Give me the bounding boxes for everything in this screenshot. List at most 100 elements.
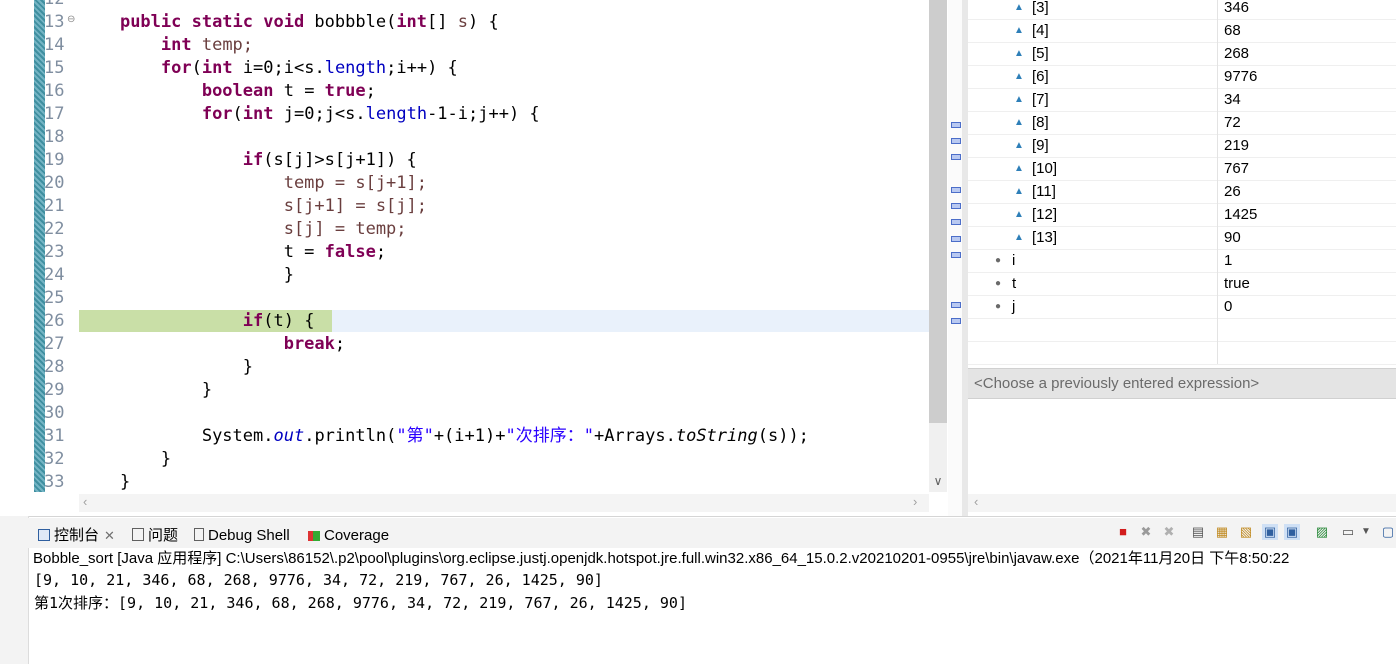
scroll-lock-icon[interactable]: ▦ (1214, 524, 1230, 540)
line-number: 16 (44, 81, 65, 101)
line-number: 27 (44, 334, 65, 354)
local-variable-row[interactable]: ● j 0 (968, 296, 1396, 319)
line-number: 17 (44, 104, 65, 124)
code-line: boolean t = true; (201, 81, 376, 101)
variable-row[interactable]: ▲ [10] 767 (968, 158, 1396, 181)
occurrence-mark[interactable] (951, 187, 961, 193)
debug-shell-icon (194, 528, 204, 541)
line-number: 20 (44, 173, 65, 193)
minimize-icon[interactable]: ▢ (1380, 524, 1396, 540)
line-number: 31 (44, 426, 65, 446)
word-wrap-icon[interactable]: ▧ (1238, 524, 1254, 540)
occurrence-mark[interactable] (951, 318, 961, 324)
code-line: if(s[j]>s[j+1]) { (242, 150, 417, 170)
line-number: 23 (44, 242, 65, 262)
console-output-line: [9, 10, 21, 346, 68, 268, 9776, 34, 72, … (34, 571, 603, 589)
line-number: 18 (44, 127, 65, 147)
code-line: break; (283, 334, 346, 354)
occurrence-mark[interactable] (951, 252, 961, 258)
tab-console[interactable]: 控制台 ✕ (38, 518, 115, 548)
variable-row[interactable]: ▲ [7] 34 (968, 89, 1396, 112)
local-variable-row[interactable]: ● i 1 (968, 250, 1396, 273)
variable-row[interactable]: ▲ [4] 68 (968, 20, 1396, 43)
field-icon: ▲ (1014, 94, 1024, 105)
field-icon: ▲ (1014, 117, 1024, 128)
console-output-line: 第1次排序：[9, 10, 21, 346, 68, 268, 9776, 34… (34, 594, 687, 612)
line-number: 12 (44, 0, 78, 11)
variable-row[interactable]: ▲ [3] 346 (968, 0, 1396, 20)
code-line: for(int i=0;i<s.length;i++) { (160, 58, 458, 78)
code-area[interactable]: public static void bobbble(int[] s) { in… (79, 0, 929, 494)
display-selected-icon[interactable]: ▣ (1284, 524, 1300, 540)
display-console-icon[interactable]: ▭ (1340, 524, 1356, 540)
field-icon: ▲ (1014, 2, 1024, 13)
fold-collapse-icon[interactable]: ⊖ (67, 14, 75, 25)
field-icon: ▲ (1014, 71, 1024, 82)
code-line: public static void bobbble(int[] s) { (119, 12, 499, 32)
remove-launch-icon[interactable]: ✖ (1138, 524, 1154, 540)
line-number: 26 (44, 311, 65, 331)
occurrence-mark[interactable] (951, 154, 961, 160)
scroll-left-icon[interactable]: ‹ (974, 494, 978, 509)
variables-horizontal-scrollbar[interactable]: ‹ (968, 494, 1396, 512)
line-number: 32 (44, 449, 65, 469)
code-line: } (242, 357, 254, 377)
variable-row[interactable]: ▲ [9] 219 (968, 135, 1396, 158)
variable-row[interactable]: ▲ [13] 90 (968, 227, 1396, 250)
variable-row[interactable]: ▲ [11] 26 (968, 181, 1396, 204)
tab-problems[interactable]: 问题 (132, 518, 178, 548)
left-trim (0, 516, 29, 664)
problems-icon (132, 528, 144, 541)
variable-row[interactable]: ▲ [8] 72 (968, 112, 1396, 135)
scroll-right-icon[interactable]: › (913, 494, 917, 509)
line-number: 19 (44, 150, 65, 170)
line-number: 29 (44, 380, 65, 400)
occurrence-mark[interactable] (951, 219, 961, 225)
tab-debug-shell[interactable]: Debug Shell (194, 518, 290, 548)
empty-row (968, 319, 1396, 342)
code-line: } (119, 472, 131, 492)
occurrence-mark[interactable] (951, 138, 961, 144)
scroll-left-icon[interactable]: ‹ (83, 494, 87, 509)
remove-all-icon[interactable]: ✖ (1161, 524, 1177, 540)
local-variable-icon: ● (995, 301, 1002, 312)
code-line: } (201, 380, 213, 400)
expression-input[interactable]: <Choose a previously entered expression> (968, 368, 1396, 399)
occurrence-mark[interactable] (951, 203, 961, 209)
scroll-down-icon[interactable]: ∨ (930, 474, 946, 490)
clear-console-icon[interactable]: ▤ (1190, 524, 1206, 540)
local-variable-icon: ● (995, 278, 1002, 289)
chevron-down-icon[interactable]: ▼ (1358, 524, 1374, 540)
tab-coverage[interactable]: Coverage (308, 518, 389, 548)
occurrence-mark[interactable] (951, 122, 961, 128)
line-number: 33 (44, 472, 65, 492)
occurrence-mark[interactable] (951, 302, 961, 308)
coverage-icon (308, 531, 320, 541)
field-icon: ▲ (1014, 163, 1024, 174)
field-icon: ▲ (1014, 186, 1024, 197)
line-number: 22 (44, 219, 65, 239)
console-process-label: Bobble_sort [Java 应用程序] C:\Users\86152\.… (33, 550, 1290, 567)
variable-row[interactable]: ▲ [5] 268 (968, 43, 1396, 66)
open-console-icon[interactable]: ▨ (1314, 524, 1330, 540)
variable-row[interactable]: ▲ [6] 9776 (968, 66, 1396, 89)
editor-horizontal-scrollbar[interactable]: ‹ › (79, 494, 929, 512)
pin-console-icon[interactable]: ▣ (1262, 524, 1278, 540)
variables-view: ▲ [3] 346 ▲ [4] 68 ▲ [5] 268 ▲ [6] 9776 ▲ [7] 34 ▲… (968, 0, 1396, 516)
close-tab-icon[interactable]: ✕ (104, 528, 115, 543)
code-line: for(int j=0;j<s.length-1-i;j++) { (201, 104, 540, 124)
local-variable-row[interactable]: ● t true (968, 273, 1396, 296)
terminate-icon[interactable]: ■ (1115, 524, 1131, 540)
line-number: 15 (44, 58, 65, 78)
editor-scroll-thumb[interactable] (929, 0, 947, 423)
variable-row[interactable]: ▲ [12] 1425 (968, 204, 1396, 227)
column-separator[interactable] (1217, 0, 1218, 364)
occurrence-mark[interactable] (951, 236, 961, 242)
empty-row (968, 342, 1396, 365)
field-icon: ▲ (1014, 232, 1024, 243)
code-line: } (160, 449, 172, 469)
field-icon: ▲ (1014, 48, 1024, 59)
line-number: 28 (44, 357, 65, 377)
